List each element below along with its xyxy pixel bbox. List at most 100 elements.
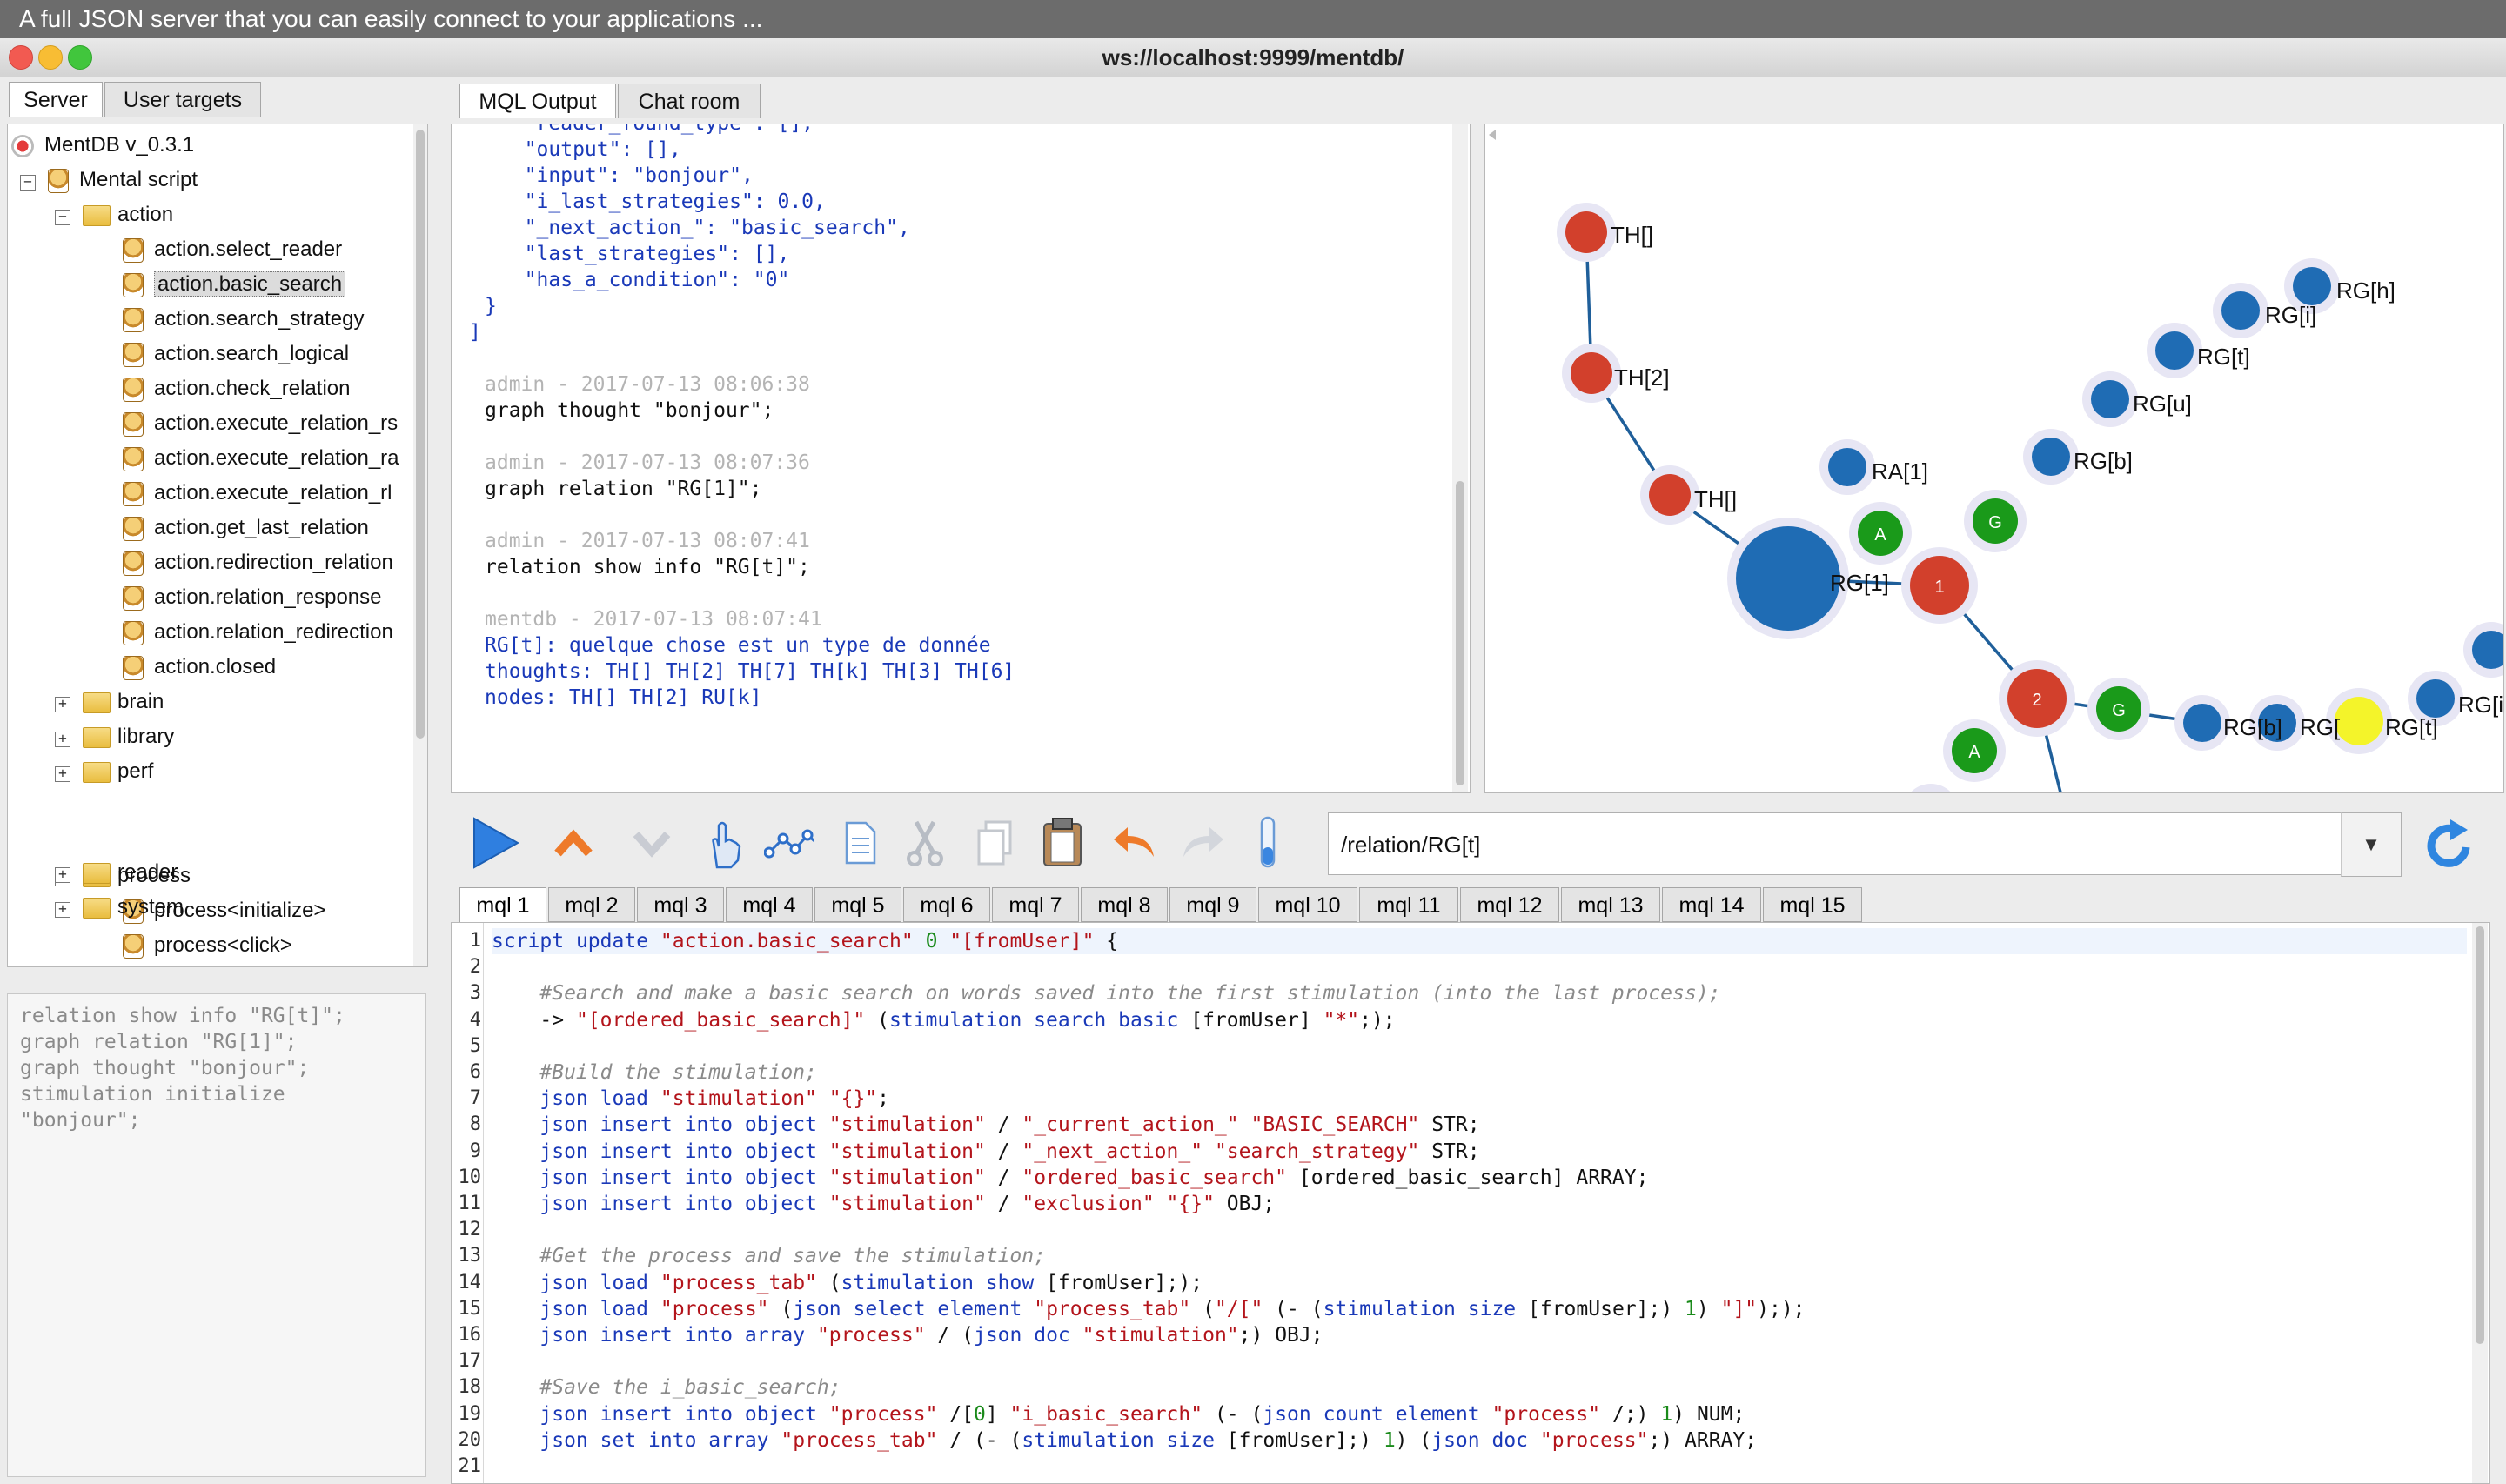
editor-scrollbar[interactable] — [2472, 923, 2488, 1483]
graph-node-rgi-right[interactable] — [2416, 679, 2455, 718]
tab-mql-10[interactable]: mql 10 — [1258, 887, 1357, 922]
history-line[interactable]: graph thought "bonjour"; — [20, 1055, 413, 1081]
tree-folder-action[interactable]: action — [83, 197, 173, 232]
graph-collapse-icon[interactable] — [1489, 130, 1496, 140]
graph-node-rgt-top[interactable] — [2155, 331, 2194, 370]
close-window-button[interactable] — [9, 45, 33, 70]
tab-mql-2[interactable]: mql 2 — [548, 887, 635, 922]
paste-icon[interactable] — [1037, 818, 1088, 868]
tree-folder[interactable]: reader — [83, 855, 178, 890]
test-tube-icon[interactable] — [1243, 816, 1293, 868]
code-line[interactable]: json insert into array "process" / (json… — [492, 1322, 1323, 1348]
graph-node-ra1-top[interactable] — [1828, 448, 1866, 486]
expand-toggle-icon[interactable]: + — [55, 766, 70, 782]
history-line[interactable]: relation show info "RG[t]"; — [20, 1003, 413, 1029]
tab-mql-9[interactable]: mql 9 — [1169, 887, 1256, 922]
collapse-toggle-icon[interactable]: − — [20, 175, 36, 191]
redo-icon[interactable] — [1176, 818, 1227, 868]
tab-chat-room[interactable]: Chat room — [618, 84, 761, 118]
code-line[interactable]: json load "process" (json select element… — [492, 1296, 1805, 1322]
tab-mql-5[interactable]: mql 5 — [814, 887, 901, 922]
tree-item-script[interactable]: action.execute_relation_rl — [123, 476, 392, 511]
document-icon[interactable] — [835, 818, 886, 868]
zoom-window-button[interactable] — [68, 45, 92, 70]
tab-mql-8[interactable]: mql 8 — [1081, 887, 1168, 922]
collapse-toggle-icon[interactable]: − — [55, 210, 70, 225]
tab-mql-13[interactable]: mql 13 — [1561, 887, 1660, 922]
code-line[interactable]: json insert into object "stimulation" / … — [492, 1139, 1479, 1165]
tree-item-script[interactable]: action.search_strategy — [123, 302, 364, 337]
play-icon[interactable] — [470, 817, 520, 869]
tree-item-script[interactable]: action.search_logical — [123, 337, 349, 371]
graph-node-rgu[interactable] — [2091, 380, 2129, 418]
code-line[interactable]: json insert into object "process" /[0] "… — [492, 1401, 1745, 1427]
tab-mql-11[interactable]: mql 11 — [1359, 887, 1458, 922]
tree-item-script[interactable]: action.select_reader — [123, 232, 342, 267]
mql-output-panel[interactable]: "reader_found_type": [], "output": [], "… — [451, 124, 1471, 793]
expand-toggle-icon[interactable]: + — [55, 697, 70, 712]
tree-root[interactable]: MentDB v_0.3.1 — [11, 128, 194, 163]
graph-node-th2[interactable] — [1571, 352, 1612, 394]
tab-mql-4[interactable]: mql 4 — [726, 887, 813, 922]
refresh-button[interactable] — [2421, 816, 2478, 873]
graph-node-rgb[interactable] — [2032, 438, 2070, 476]
tree-item-script[interactable]: action.redirection_relation — [123, 545, 393, 580]
cut-icon[interactable] — [900, 818, 950, 868]
code-line[interactable]: -> "[ordered_basic_search]" (stimulation… — [492, 1007, 1395, 1033]
copy-icon[interactable] — [969, 818, 1020, 868]
tree-item-script[interactable]: action.relation_response — [123, 580, 382, 615]
tab-mql-7[interactable]: mql 7 — [992, 887, 1079, 922]
code-line[interactable]: #Search and make a basic search on words… — [492, 980, 1720, 1006]
tree-folder[interactable]: system — [83, 890, 184, 925]
code-line[interactable]: json load "stimulation" "{}"; — [492, 1086, 889, 1112]
tab-mql-14[interactable]: mql 14 — [1662, 887, 1761, 922]
tab-mql-15[interactable]: mql 15 — [1763, 887, 1862, 922]
tree-item-script[interactable]: action.closed — [123, 650, 276, 685]
tree-item-script[interactable]: action.get_last_relation — [123, 511, 369, 545]
address-dropdown-button[interactable]: ▼ — [2341, 812, 2402, 877]
command-history[interactable]: relation show info "RG[t]"; graph relati… — [7, 993, 426, 1477]
tab-server[interactable]: Server — [9, 82, 103, 117]
tree-scrollbar-thumb[interactable] — [416, 130, 425, 739]
minimize-window-button[interactable] — [38, 45, 63, 70]
hand-pointer-icon[interactable] — [698, 818, 748, 869]
code-line[interactable]: script update "action.basic_search" 0 "[… — [492, 928, 2467, 954]
tree-item-script[interactable]: process<click> — [123, 928, 292, 963]
graph-node-yellow[interactable] — [2335, 697, 2383, 745]
code-line[interactable]: json insert into object "stimulation" / … — [492, 1165, 1648, 1191]
splitter[interactable] — [7, 967, 426, 981]
tree-folder[interactable]: perf — [83, 754, 153, 789]
tree-item-script[interactable]: action.basic_search — [123, 267, 346, 302]
code-line[interactable]: json load "process_tab" (stimulation sho… — [492, 1270, 1203, 1296]
undo-icon[interactable] — [1110, 818, 1161, 868]
graph-node-rgi-top[interactable] — [2221, 291, 2260, 330]
code-line[interactable]: json insert into object "stimulation" / … — [492, 1191, 1275, 1217]
code-line[interactable]: #Build the stimulation; — [492, 1060, 817, 1086]
up-icon[interactable] — [548, 818, 599, 868]
tab-user-targets[interactable]: User targets — [104, 82, 261, 117]
code-line[interactable]: json insert into object "stimulation" / … — [492, 1112, 1479, 1138]
code-line[interactable]: json set into array "process_tab" / (- (… — [492, 1427, 1757, 1454]
graph-icon[interactable] — [764, 818, 814, 868]
tree-item-script[interactable]: action.execute_relation_rs — [123, 406, 398, 441]
tree-folder[interactable]: library — [83, 719, 174, 754]
tree-folder[interactable]: brain — [83, 685, 164, 719]
expand-toggle-icon[interactable]: + — [55, 732, 70, 747]
code-line[interactable]: #Get the process and save the stimulatio… — [492, 1243, 1046, 1269]
graph-node-rg1[interactable] — [1736, 526, 1840, 631]
tab-mql-1[interactable]: mql 1 — [459, 887, 546, 922]
tab-mql-12[interactable]: mql 12 — [1460, 887, 1559, 922]
graph-node-rgb-bottom[interactable] — [2183, 704, 2221, 742]
history-line[interactable]: graph relation "RG[1]"; — [20, 1029, 413, 1055]
tab-mql-6[interactable]: mql 6 — [903, 887, 990, 922]
output-scrollbar-thumb[interactable] — [1456, 481, 1464, 785]
graph-node-th-mid[interactable] — [1649, 474, 1691, 516]
code-line[interactable]: #Save the i_basic_search; — [492, 1374, 841, 1400]
down-icon[interactable] — [626, 818, 677, 868]
address-input[interactable]: /relation/RG[t] — [1328, 812, 2400, 875]
tree-scrollbar[interactable] — [413, 124, 427, 966]
tree-item-script[interactable]: action.check_relation — [123, 371, 350, 406]
tab-mql-output[interactable]: MQL Output — [459, 84, 616, 118]
code-editor[interactable]: 1 2 3 4 5 6 7 8 9 10 11 12 13 14 15 16 17 18 19 20 21 script… — [451, 922, 2490, 1484]
editor-scrollbar-thumb[interactable] — [2476, 926, 2484, 1344]
